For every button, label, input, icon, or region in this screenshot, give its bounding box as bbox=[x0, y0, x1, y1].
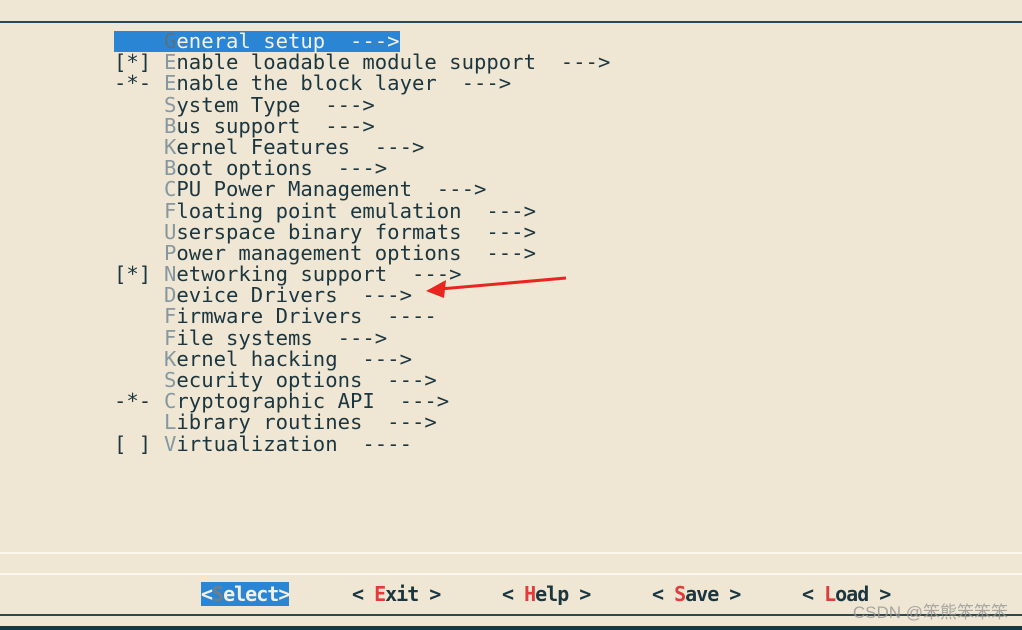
arrow-shaft bbox=[439, 276, 567, 291]
annotation-arrow bbox=[426, 276, 567, 298]
arrow-head bbox=[426, 280, 446, 298]
